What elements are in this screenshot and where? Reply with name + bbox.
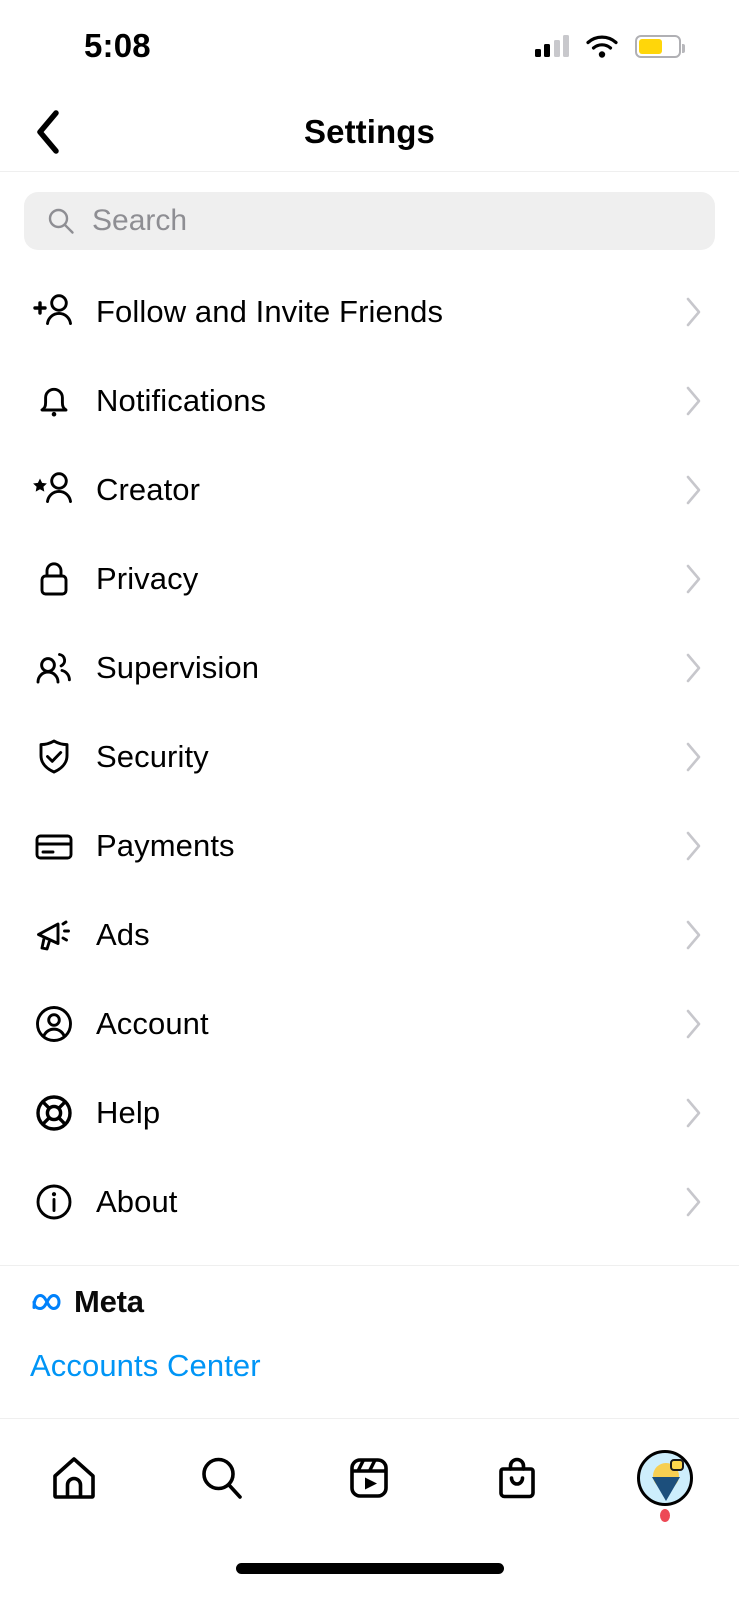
meta-infinity-logo-icon [32,1294,61,1310]
search-icon [201,1457,242,1499]
search-placeholder: Search [92,204,188,237]
accounts-center-link[interactable]: Accounts Center [30,1348,720,1384]
settings-row-label: Privacy [96,560,199,596]
settings-row-label: About [96,1183,178,1219]
info-circle-icon [30,1178,78,1226]
chevron-left-icon [37,110,59,154]
chevron-right-icon [686,564,701,593]
settings-row-supervision[interactable]: Supervision [0,623,739,712]
settings-row-payments[interactable]: Payments [0,801,739,890]
settings-row-label: Account [96,1005,209,1041]
tab-home[interactable] [0,1419,148,1537]
meta-brand-label: Meta [74,1284,144,1319]
chevron-right-icon [686,1009,701,1038]
lock-icon [30,555,78,603]
search-bar[interactable]: Search [24,192,715,250]
reels-icon [350,1458,389,1498]
battery-icon [635,34,685,58]
status-bar-time: 5:08 [84,27,151,64]
search-icon [48,208,74,234]
settings-list: Follow and Invite Friends Notifications [0,267,739,1246]
chevron-right-icon [686,475,701,504]
settings-row-label: Follow and Invite Friends [96,293,444,329]
settings-row-about[interactable]: About [0,1157,739,1246]
settings-row-account[interactable]: Account [0,979,739,1068]
chevron-right-icon [686,742,701,771]
tab-profile[interactable] [591,1419,739,1537]
search-input[interactable]: Search [24,192,715,250]
status-bar: 5:08 [0,0,739,92]
tab-shop[interactable] [443,1419,591,1537]
tab-search[interactable] [148,1419,296,1537]
page-title: Settings [304,113,435,150]
chevron-right-icon [686,1187,701,1216]
life-ring-icon [30,1089,78,1137]
status-bar-indicators [534,34,685,58]
settings-row-notifications[interactable]: Notifications [0,356,739,445]
settings-row-label: Security [96,738,209,774]
back-button[interactable] [0,92,96,172]
chevron-right-icon [686,386,701,415]
account-circle-icon [30,1000,78,1048]
credit-card-icon [30,822,78,870]
settings-row-label: Help [96,1094,161,1130]
chevron-right-icon [686,920,701,949]
home-icon [53,1457,95,1499]
footer-divider [0,1265,739,1266]
tab-reels[interactable] [296,1419,444,1537]
settings-row-privacy[interactable]: Privacy [0,534,739,623]
settings-row-label: Creator [96,471,201,507]
chevron-right-icon [686,1098,701,1127]
wifi-icon [586,35,618,58]
bottom-tab-bar [0,1418,739,1600]
settings-row-follow-and-invite-friends[interactable]: Follow and Invite Friends [0,267,739,356]
person-star-icon [30,466,78,514]
bell-icon [30,377,78,425]
settings-row-ads[interactable]: Ads [0,890,739,979]
chevron-right-icon [686,831,701,860]
settings-row-creator[interactable]: Creator [0,445,739,534]
header-divider [0,171,739,172]
home-indicator [235,1563,504,1574]
chevron-right-icon [686,653,701,682]
cellular-signal-icon [534,35,569,57]
chevron-right-icon [686,297,701,326]
settings-row-label: Payments [96,827,235,863]
settings-row-label: Supervision [96,649,260,685]
people-icon [30,644,78,692]
settings-row-label: Ads [96,916,150,952]
navigation-header: Settings [0,92,739,172]
megaphone-icon [30,911,78,959]
shopping-bag-icon [499,1457,536,1499]
person-add-icon [30,288,78,336]
settings-row-label: Notifications [96,382,267,418]
shield-check-icon [30,733,78,781]
settings-row-help[interactable]: Help [0,1068,739,1157]
meta-brand: Meta [30,1284,720,1320]
profile-avatar-icon [637,1450,694,1506]
notification-badge-dot [660,1509,671,1522]
settings-row-security[interactable]: Security [0,712,739,801]
instagram-settings-screen: 5:08 Settings Search Follow and Invite F… [0,0,739,1600]
